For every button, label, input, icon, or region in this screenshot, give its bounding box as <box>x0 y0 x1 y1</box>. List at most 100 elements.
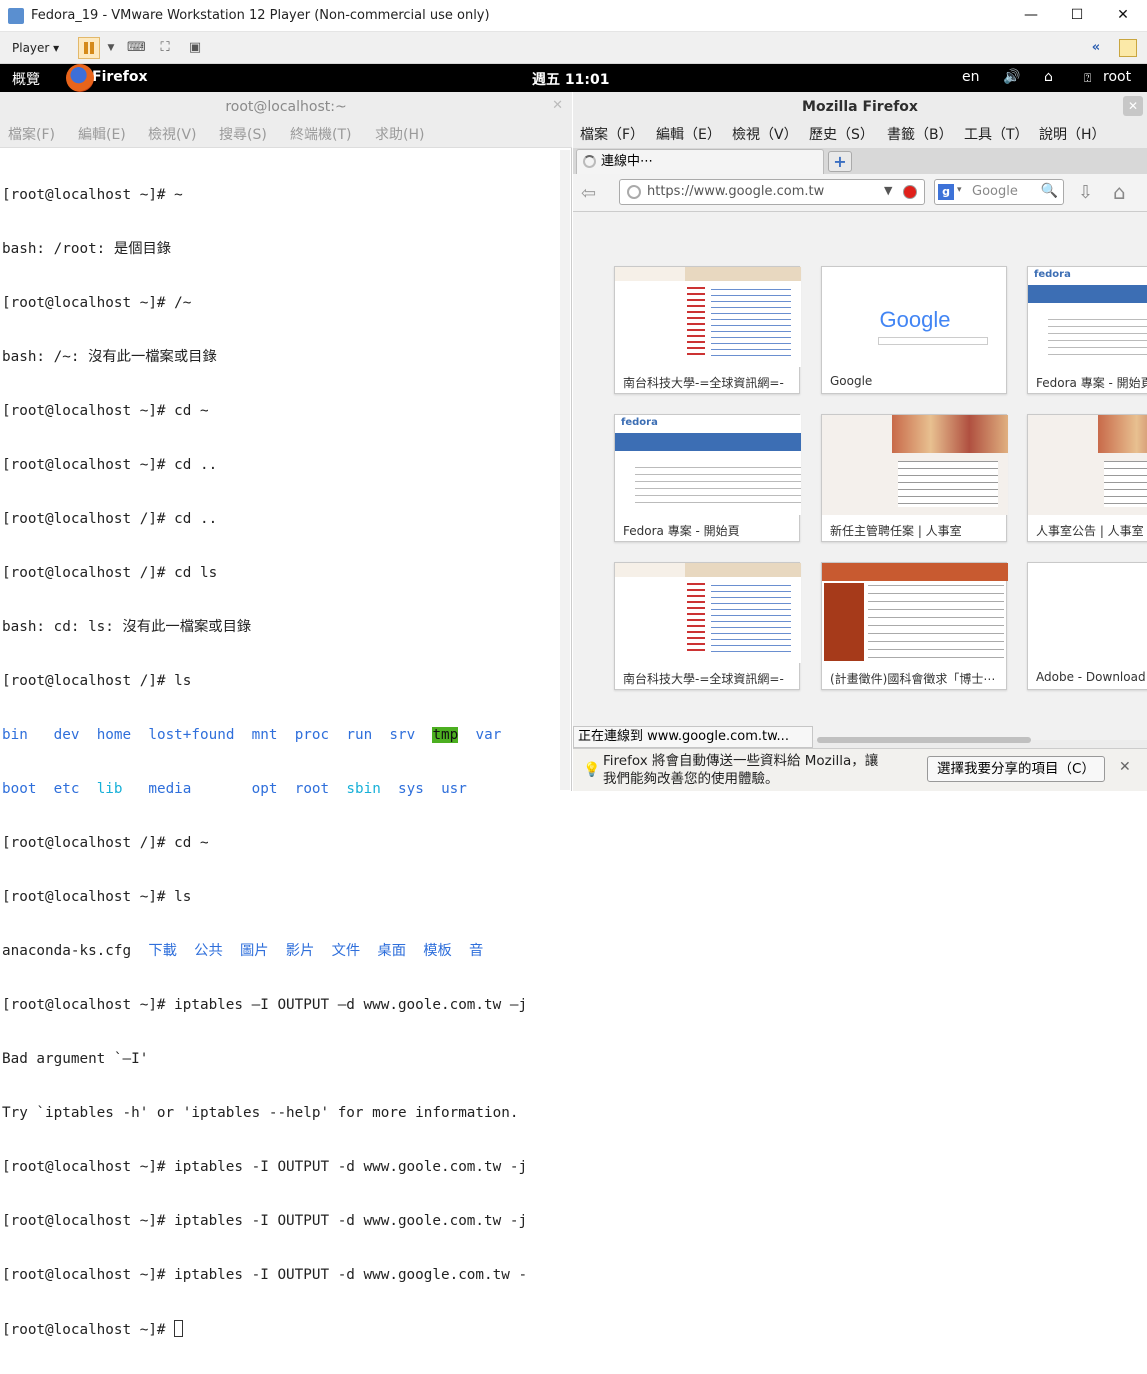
ff-menu-tools[interactable]: 工具（T） <box>964 124 1029 144</box>
ff-menu-file[interactable]: 檔案（F） <box>580 124 644 144</box>
dir-entry: opt <box>251 781 278 797</box>
dir-entry: 公共 <box>194 943 223 959</box>
dir-entry: usr <box>441 781 467 797</box>
ff-menu-bookmarks[interactable]: 書籤（B） <box>887 124 953 144</box>
dir-entry: 模板 <box>423 943 452 959</box>
top-site-tile[interactable]: (計畫徵件)國科會徵求「博士⋯ <box>821 562 1008 690</box>
input-language[interactable]: en <box>962 69 980 85</box>
terminal-line: Try `iptables -h' or 'iptables --help' f… <box>2 1105 519 1121</box>
dir-entry: 圖片 <box>239 943 269 959</box>
terminal-line: [root@localhost ~]# cd ~ <box>2 403 209 419</box>
top-site-tile[interactable]: fedora Fedora 專案 - 開始頁 <box>1027 266 1147 394</box>
tile-label: Fedora 專案 - 開始頁 <box>623 524 740 538</box>
top-site-tile[interactable]: fedora Fedora 專案 - 開始頁 <box>614 414 801 542</box>
firefox-close-icon[interactable]: ✕ <box>1123 96 1143 116</box>
fullscreen-icon[interactable]: ⛶ <box>156 39 174 57</box>
tile-label: Google <box>830 374 873 388</box>
terminal-line: [root@localhost /]# ls <box>2 673 192 689</box>
ff-menu-edit[interactable]: 編輯（E） <box>656 124 721 144</box>
tab-label: 連線中⋯ <box>601 154 654 169</box>
ls-output-row: bin dev home lost+found mnt proc run srv… <box>2 726 558 744</box>
site-thumbnail: Google <box>822 267 1008 367</box>
choose-share-button[interactable]: 選擇我要分享的項目（C） <box>927 756 1105 782</box>
horizontal-scrollbar[interactable] <box>817 737 1031 743</box>
top-site-tile[interactable]: 南台科技大學-=全球資訊網=- <box>614 266 801 394</box>
terminal-line: [root@localhost ~]# cd .. <box>2 457 218 473</box>
terminal-line: [root@localhost /]# cd ls <box>2 565 218 581</box>
search-icon[interactable]: 🔍 <box>1041 183 1058 199</box>
home-icon[interactable]: ⌂ <box>1113 180 1126 204</box>
back-arrow-icon[interactable]: ⇦ <box>581 183 596 204</box>
terminal-line: [root@localhost /]# cd ~ <box>2 835 209 851</box>
url-history-dropdown-icon[interactable]: ▼ <box>884 184 892 197</box>
player-menu-button[interactable]: Player ▾ <box>6 37 65 59</box>
dir-entry: etc <box>53 781 80 797</box>
dir-entry: bin <box>2 727 28 743</box>
volume-icon[interactable]: 🔊 <box>1003 69 1020 85</box>
ff-menu-history[interactable]: 歷史（S） <box>809 124 874 144</box>
app-menu-firefox[interactable]: Firefox <box>92 69 148 85</box>
ls-home-row: anaconda-ks.cfg 下載 公共 圖片 影片 文件 桌面 模板 音 <box>2 942 558 960</box>
term-menu-search[interactable]: 搜尋(S) <box>219 124 267 144</box>
terminal-window: root@localhost:~ ✕ 檔案(F) 編輯(E) 檢視(V) 搜尋(… <box>0 92 572 1338</box>
dir-entry: boot <box>2 781 37 797</box>
send-ctrl-alt-del-icon[interactable]: ⌨ <box>127 39 146 57</box>
dir-entry: media <box>148 781 192 797</box>
unity-icon[interactable]: ▣ <box>186 39 204 57</box>
tile-label: 南台科技大學-=全球資訊網=- <box>623 672 784 686</box>
top-site-tile[interactable]: 南台科技大學-=全球資訊網=- <box>614 562 801 690</box>
notification-close-icon[interactable]: ✕ <box>1119 759 1131 775</box>
minimize-button[interactable]: — <box>1008 0 1054 30</box>
site-thumbnail <box>1028 563 1147 663</box>
dir-entry: 桌面 <box>377 943 406 959</box>
tab-loading[interactable]: 連線中⋯ <box>576 149 824 174</box>
vmware-app-icon <box>8 8 24 24</box>
url-text[interactable]: https://www.google.com.tw <box>647 184 824 199</box>
download-arrow-icon[interactable]: ⇩ <box>1078 182 1093 203</box>
notification-text: Firefox 將會自動傳送一些資料給 Mozilla，讓 我們能夠改善您的使用… <box>603 752 878 788</box>
library-icon[interactable] <box>1119 39 1137 57</box>
dir-entry: proc <box>294 727 330 743</box>
term-menu-edit[interactable]: 編輯(E) <box>78 124 126 144</box>
user-icon: ⍰ <box>1084 71 1092 85</box>
pause-icon[interactable] <box>78 37 100 59</box>
activities-button[interactable]: 概覽 <box>12 69 40 89</box>
close-button[interactable]: ✕ <box>1100 0 1146 30</box>
url-bar[interactable]: https://www.google.com.tw ▼ <box>619 179 925 205</box>
vmware-title-bar: Fedora_19 - VMware Workstation 12 Player… <box>0 0 1147 32</box>
stop-loading-icon[interactable] <box>903 185 917 199</box>
pause-dropdown-icon[interactable]: ▼ <box>102 39 120 57</box>
terminal-prompt-line[interactable]: [root@localhost ~]# <box>2 1320 558 1338</box>
ff-menu-view[interactable]: 檢視（V） <box>732 124 798 144</box>
tile-label: Fedora 專案 - 開始頁 <box>1036 376 1147 390</box>
site-thumbnail: fedora <box>615 415 801 515</box>
ff-menu-help[interactable]: 說明（H） <box>1039 124 1106 144</box>
user-menu[interactable]: root <box>1103 69 1131 85</box>
top-site-tile[interactable]: 人事室公告 | 人事室 <box>1027 414 1147 542</box>
maximize-button[interactable]: ☐ <box>1054 0 1100 30</box>
top-site-tile[interactable]: Google Google <box>821 266 1007 394</box>
firefox-title: Mozilla Firefox <box>802 99 918 115</box>
site-thumbnail <box>615 563 801 663</box>
network-icon[interactable]: ⌂ <box>1044 69 1053 85</box>
navigation-toolbar: ⇦ https://www.google.com.tw ▼ g ▾ Google… <box>573 174 1147 212</box>
top-site-tile[interactable]: Adobe - Download A <box>1027 562 1147 690</box>
term-menu-file[interactable]: 檔案(F) <box>8 124 55 144</box>
search-bar[interactable]: g ▾ Google 🔍 <box>934 179 1064 205</box>
collapse-icon[interactable]: « <box>1087 39 1105 57</box>
term-menu-view[interactable]: 檢視(V) <box>148 124 197 144</box>
term-menu-help[interactable]: 求助(H) <box>375 124 424 144</box>
terminal-line: [root@localhost /]# cd .. <box>2 511 218 527</box>
terminal-close-icon[interactable]: ✕ <box>552 98 563 113</box>
new-tab-button[interactable]: + <box>828 151 852 172</box>
top-site-tile[interactable]: 新任主管聘任案 | 人事室 <box>821 414 1008 542</box>
google-engine-icon[interactable]: g <box>938 184 954 200</box>
notification-line: Firefox 將會自動傳送一些資料給 Mozilla，讓 <box>603 753 879 769</box>
terminal-line: bash: /~: 沒有此一檔案或目錄 <box>2 349 217 365</box>
term-menu-terminal[interactable]: 終端機(T) <box>290 124 351 144</box>
terminal-scrollbar[interactable] <box>560 150 570 790</box>
dir-entry: var <box>475 727 502 743</box>
terminal-output[interactable]: [root@localhost ~]# ~ bash: /root: 是個目錄 … <box>2 150 558 1374</box>
engine-dropdown-icon[interactable]: ▾ <box>957 185 962 195</box>
clock[interactable]: 週五 11:01 <box>532 69 609 89</box>
